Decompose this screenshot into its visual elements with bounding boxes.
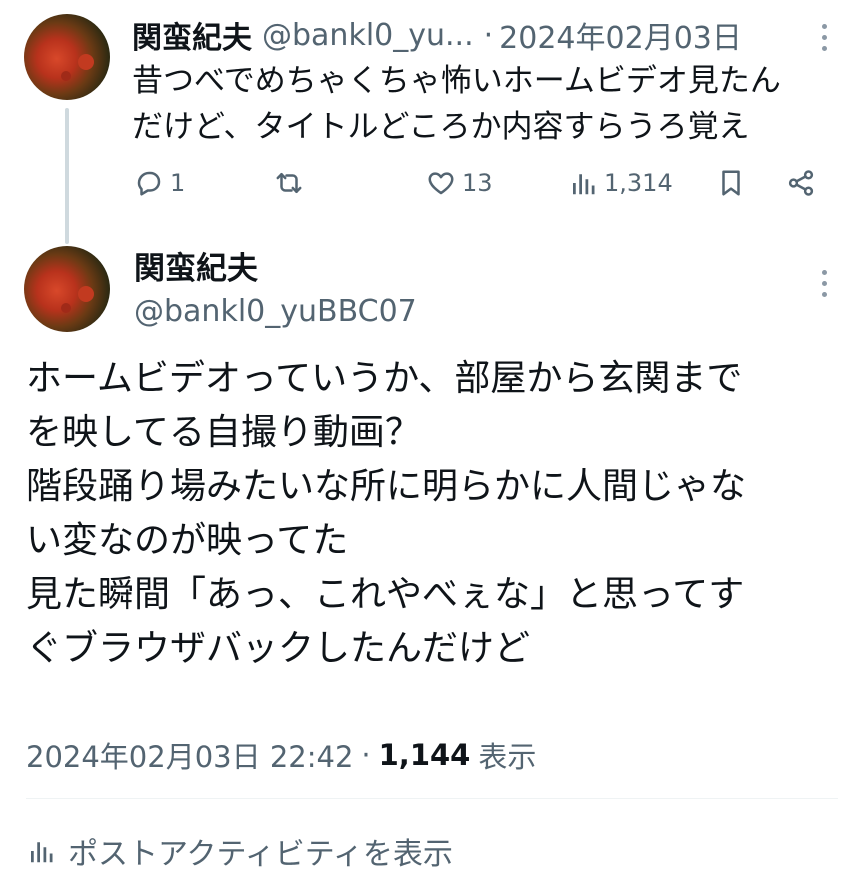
analytics-icon	[573, 174, 595, 195]
meta-separator: ·	[361, 738, 371, 772]
analytics-icon	[31, 842, 53, 863]
thread-connector-line	[65, 108, 69, 244]
reply-icon	[137, 171, 161, 196]
share-button[interactable]	[786, 160, 816, 206]
tweet2-body-line: 階段踊り場みたいな所に明らかに人間じゃな	[26, 466, 747, 507]
reply-count: 1	[170, 169, 186, 197]
tweet2-views-count: 1,144	[378, 738, 471, 772]
post-activity-link[interactable]: ポストアクティビティを表示	[26, 826, 453, 876]
more-vertical-icon[interactable]	[818, 24, 830, 51]
tweet2-views-label: 表示	[478, 740, 537, 774]
avatar[interactable]	[24, 246, 110, 332]
tweet1-text-line: 昔つべでめちゃくちゃ怖いホームビデオ見たん	[132, 63, 781, 99]
tweet1-action-bar: 1 13 1,314	[132, 160, 832, 206]
tweet2-timestamp[interactable]: 2024年02月03日 22:42	[26, 734, 353, 776]
like-count: 13	[462, 169, 493, 197]
tweet1-separator: ·	[483, 17, 494, 53]
more-vertical-icon[interactable]	[818, 270, 830, 297]
bookmark-icon	[722, 170, 740, 196]
tweet2-body: ホームビデオっていうか、部屋から玄関まで を映してる自撮り動画？ 階段踊り場みた…	[26, 352, 846, 676]
tweet2-body-line: い変なのが映ってた	[26, 520, 349, 561]
share-icon	[788, 170, 814, 196]
tweet1-text: 昔つべでめちゃくちゃ怖いホームビデオ見たん だけど、タイトルどころか内容すらうろ…	[132, 58, 852, 150]
tweet2-display-name[interactable]: 関蛮紀夫	[134, 246, 258, 292]
tweet2-body-line: を映してる自撮り動画？	[26, 412, 421, 453]
reply-button[interactable]: 1	[134, 160, 185, 206]
avatar[interactable]	[24, 14, 110, 100]
tweet1-date[interactable]: 2024年02月03日	[499, 13, 742, 57]
views-button[interactable]: 1,314	[568, 160, 673, 206]
tweet2-body-line: ホームビデオっていうか、部屋から玄関まで	[26, 358, 743, 399]
tweet1-text-line: だけど、タイトルどころか内容すらうろ覚え	[132, 109, 750, 145]
tweet2-handle[interactable]: @bankl0_yuBBC07	[134, 290, 417, 334]
tweet2-body-line: 見た瞬間「あっ、これやべぇな」と思ってす	[26, 574, 745, 615]
like-button[interactable]: 13	[426, 160, 493, 206]
retweet-icon	[276, 173, 302, 193]
tweet1-header: 関蛮紀夫 @bankl0_yu... · 2024年02月03日	[132, 12, 742, 58]
tweet1-handle[interactable]: @bankl0_yu...	[262, 18, 474, 53]
bookmark-button[interactable]	[716, 160, 746, 206]
retweet-button[interactable]	[274, 160, 310, 206]
divider	[26, 798, 838, 799]
view-count: 1,314	[604, 169, 673, 197]
heart-icon	[428, 172, 454, 195]
tweet2-meta: 2024年02月03日 22:42 · 1,144 表示	[26, 730, 536, 780]
tweet1-display-name[interactable]: 関蛮紀夫	[132, 13, 252, 57]
tweet2-body-line: ぐブラウザバックしたんだけど	[26, 628, 531, 669]
post-activity-label: ポストアクティビティを表示	[68, 837, 453, 872]
